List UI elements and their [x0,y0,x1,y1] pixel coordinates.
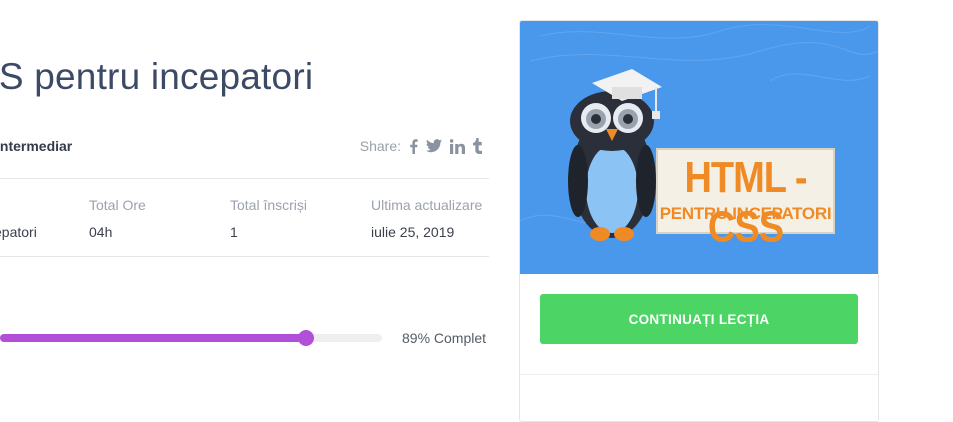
thumbnail-subtitle: PENTRU INCEPATORI [659,204,832,223]
progress-fill [0,334,306,342]
course-title: SS pentru incepatori [0,56,314,97]
level-row: Intermediar Share: [0,138,489,158]
continue-lesson-button[interactable]: CONTINUAȚI LECȚIA [540,294,858,344]
progress-bar [0,330,382,346]
meta-updated: Ultima actualizare iulie 25, 2019 [371,197,482,240]
enrolled-label: Total înscriși [230,197,308,213]
tumblr-icon[interactable] [473,138,483,154]
divider-bottom [0,256,489,257]
share-label: Share: [359,138,401,154]
enrolled-value: 1 [230,224,238,240]
share-bar: Share: [360,138,483,154]
meta-enrolled: Total înscriși 1 [230,197,307,240]
twitter-icon[interactable] [426,139,442,153]
linkedin-icon[interactable] [450,138,465,154]
card-divider [520,374,878,375]
course-thumbnail[interactable]: HTML - CSS PENTRU INCEPATORI [520,21,878,274]
updated-label: Ultima actualizare [371,197,483,213]
course-card: HTML - CSS PENTRU INCEPATORI CONTINUAȚI … [519,20,879,422]
meta-total-hours: Total Ore 04h [89,197,146,240]
thumbnail-badge: HTML - CSS PENTRU INCEPATORI [656,148,835,252]
divider-top [0,178,489,179]
meta-category: epatori [0,197,37,240]
facebook-icon[interactable] [409,138,418,154]
course-level: Intermediar [0,138,73,154]
progress-text: 89% Complet [402,330,487,346]
updated-value: iulie 25, 2019 [371,224,455,240]
progress-knob[interactable] [297,330,314,346]
category-value: epatori [0,224,37,240]
total-hours-label: Total Ore [89,197,146,213]
total-hours-value: 04h [89,224,113,240]
